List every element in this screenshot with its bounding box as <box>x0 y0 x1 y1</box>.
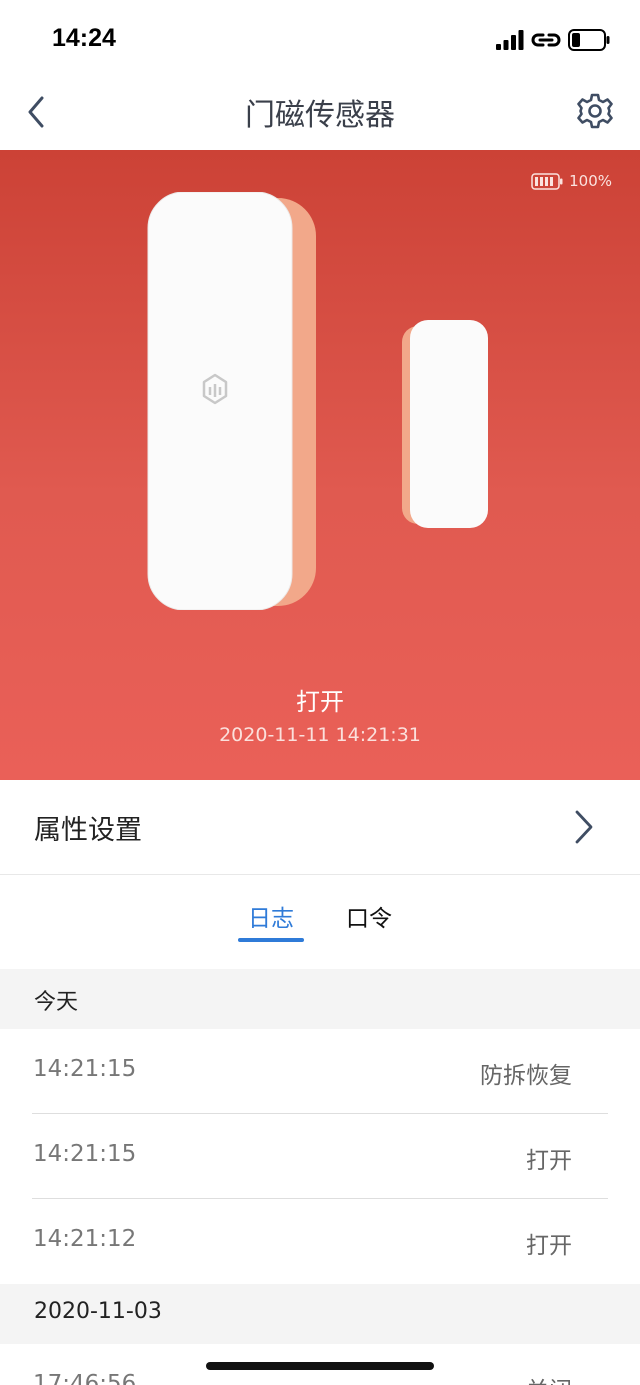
signal-icon <box>496 30 524 50</box>
sensor-magnet-image <box>402 320 488 528</box>
state-timestamp: 2020-11-11 14:21:31 <box>219 724 421 746</box>
log-entry-time: 17:46:56 <box>33 1371 137 1385</box>
property-settings-label: 属性设置 <box>34 815 142 846</box>
log-group-date: 2020-11-03 <box>34 1299 162 1324</box>
log-entry-time: 14:21:12 <box>33 1226 137 1252</box>
battery-full-icon <box>531 172 563 190</box>
log-entry-event: 关闭 <box>526 1371 572 1385</box>
chevron-right-icon <box>575 810 593 844</box>
door-state: 打开 <box>296 688 344 716</box>
nav-bar: 门磁传感器 <box>0 80 640 150</box>
home-indicator[interactable] <box>206 1362 434 1370</box>
battery-icon <box>568 29 610 51</box>
tab-log[interactable]: 日志 <box>248 899 294 933</box>
log-entry-event: 防拆恢复 <box>480 1063 572 1089</box>
log-group-header: 今天 <box>0 969 640 1029</box>
log-entry: 14:21:15 防拆恢复 <box>0 1029 640 1114</box>
property-settings-row[interactable]: 属性设置 <box>0 780 640 875</box>
log-entry-time: 14:21:15 <box>33 1141 137 1167</box>
page-title: 门磁传感器 <box>245 98 395 133</box>
active-tab-indicator <box>238 938 304 942</box>
log-group-date: 今天 <box>34 990 79 1015</box>
device-battery: 100% <box>531 172 612 190</box>
status-bar: 14:24 <box>0 0 640 80</box>
tab-bar: 日志 口令 <box>0 875 640 969</box>
log-entry: 14:21:12 打开 <box>0 1199 640 1284</box>
device-hero: 100% 打开 2020-11-11 14:21:31 <box>0 150 640 780</box>
log-entry-event: 打开 <box>526 1148 572 1174</box>
link-icon <box>531 33 561 47</box>
log-entry-time: 14:21:15 <box>33 1056 137 1082</box>
status-time: 14:24 <box>52 24 116 52</box>
log-entry: 14:21:15 打开 <box>0 1114 640 1199</box>
gear-icon[interactable] <box>576 92 614 130</box>
tab-password[interactable]: 口令 <box>346 899 392 933</box>
battery-percent: 100% <box>569 172 612 190</box>
sensor-main-unit-image <box>147 192 316 610</box>
log-list[interactable]: 今天 14:21:15 防拆恢复 14:21:15 打开 14:21:12 打开… <box>0 969 640 1385</box>
log-group-header: 2020-11-03 <box>0 1284 640 1344</box>
log-entry-event: 打开 <box>526 1233 572 1259</box>
